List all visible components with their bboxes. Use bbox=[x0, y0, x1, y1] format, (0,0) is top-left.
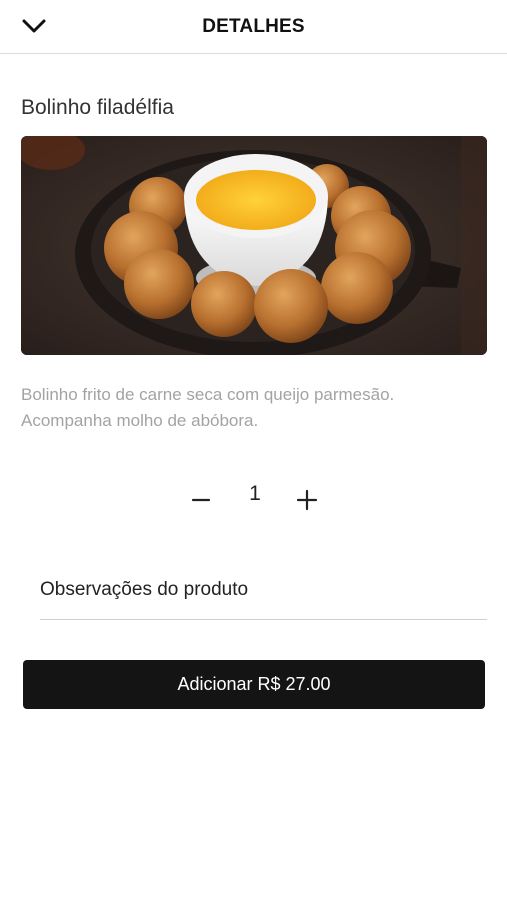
add-to-cart-button[interactable]: Adicionar R$ 27.00 bbox=[23, 660, 485, 709]
product-details-screen: DETALHES Bolinho filadélfia Bolinho frit… bbox=[0, 0, 507, 900]
quantity-stepper: 1 bbox=[0, 478, 507, 524]
product-description: Bolinho frito de carne seca com queijo p… bbox=[21, 385, 395, 430]
page-title: DETALHES bbox=[202, 16, 305, 37]
plus-icon bbox=[296, 489, 318, 516]
observations-field[interactable]: Observações do produto bbox=[40, 568, 487, 620]
header: DETALHES bbox=[0, 0, 507, 54]
quantity-value: 1 bbox=[249, 482, 261, 505]
product-image bbox=[21, 136, 487, 355]
observations-label: Observações do produto bbox=[40, 579, 249, 600]
product-name: Bolinho filadélfia bbox=[21, 96, 174, 119]
increase-quantity-button[interactable] bbox=[289, 484, 325, 520]
minus-icon bbox=[191, 490, 211, 515]
decrease-quantity-button[interactable] bbox=[183, 484, 219, 520]
